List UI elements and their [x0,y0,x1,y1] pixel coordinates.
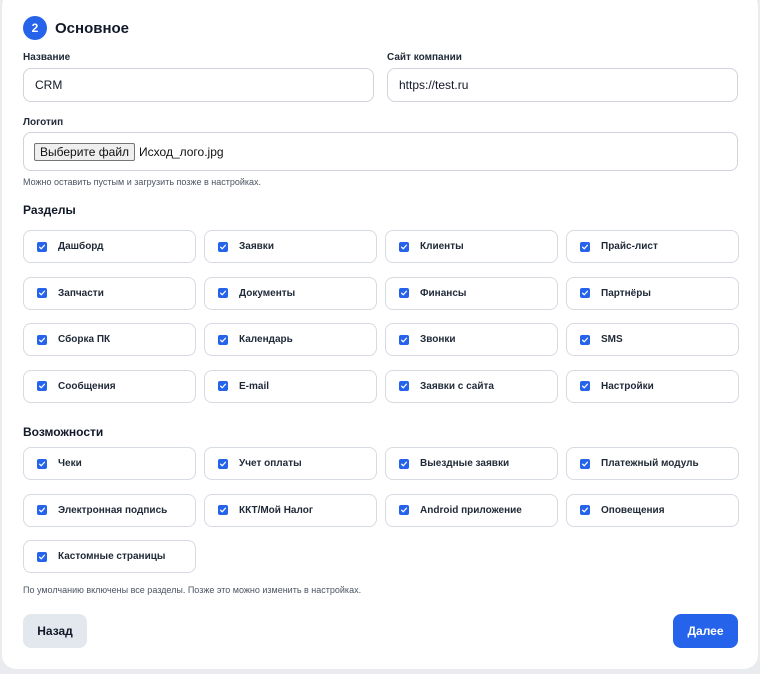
section-option[interactable]: SMS [566,323,739,356]
section-option[interactable]: Финансы [385,276,558,310]
feature-option-label: Кастомные страницы [58,551,166,562]
feature-option[interactable]: ККТ/Мой Налог [204,493,377,527]
section-option-label: Финансы [420,287,467,299]
section-option[interactable]: Календарь [204,323,377,356]
sections-title: Разделы [23,203,76,217]
feature-option[interactable]: Выездные заявки [385,447,558,480]
section-option-label: Календарь [239,334,293,345]
checkbox-checked-icon[interactable] [399,505,409,515]
section-option[interactable]: E-mail [204,369,377,403]
features-hint: По умолчанию включены все разделы. Позже… [23,585,362,595]
name-input[interactable] [23,68,374,102]
section-option-label: Сборка ПК [58,334,111,345]
checkbox-checked-icon[interactable] [399,241,409,252]
step-title: Основное [55,19,130,37]
step-number-badge: 2 [23,16,47,40]
feature-option[interactable]: Учет оплаты [204,447,377,480]
section-option[interactable]: Сообщения [23,369,196,403]
step-header: 2 Основное [23,16,129,40]
section-option-label: Клиенты [420,241,464,252]
section-option[interactable]: Прайс-лист [566,230,739,263]
checkbox-checked-icon[interactable] [218,458,228,469]
checkbox-checked-icon[interactable] [37,381,47,391]
selected-file-name: Исход_лого.jpg [139,144,224,159]
site-input[interactable] [387,68,738,102]
section-option[interactable]: Партнёры [566,276,739,310]
checkbox-checked-icon[interactable] [218,505,228,515]
feature-option[interactable]: Android приложение [385,493,558,527]
checkbox-checked-icon[interactable] [399,334,409,345]
checkbox-checked-icon[interactable] [580,288,590,298]
section-option-label: Прайс-лист [601,241,658,252]
feature-option-label: Android приложение [420,504,522,516]
section-option[interactable]: Сборка ПК [23,323,196,356]
checkbox-checked-icon[interactable] [580,381,590,391]
checkbox-checked-icon[interactable] [218,241,228,252]
checkbox-checked-icon[interactable] [580,334,590,345]
feature-option-label: Оповещения [601,504,665,516]
section-option[interactable]: Документы [204,276,377,310]
logo-label: Логотип [23,117,64,128]
checkbox-checked-icon[interactable] [580,505,590,515]
back-button[interactable]: Назад [23,614,87,648]
feature-option[interactable]: Кастомные страницы [23,540,196,573]
checkbox-checked-icon[interactable] [218,381,228,391]
feature-option[interactable]: Оповещения [566,493,739,527]
section-option[interactable]: Заявки с сайта [385,369,558,403]
section-option-label: Документы [239,287,296,299]
section-option-label: Заявки [239,241,274,252]
checkbox-checked-icon[interactable] [37,551,47,562]
section-option[interactable]: Заявки [204,230,377,263]
section-option[interactable]: Дашборд [23,230,196,263]
checkbox-checked-icon[interactable] [37,505,47,515]
features-title: Возможности [23,425,104,439]
next-button[interactable]: Далее [673,614,738,648]
checkbox-checked-icon[interactable] [218,334,228,345]
site-label: Сайт компании [387,52,462,63]
section-option[interactable]: Звонки [385,323,558,356]
section-option[interactable]: Настройки [566,369,739,403]
feature-option-label: Выездные заявки [420,458,510,469]
section-option-label: E-mail [239,380,270,392]
checkbox-checked-icon[interactable] [580,241,590,252]
section-option-label: Настройки [601,380,654,392]
section-option-label: Заявки с сайта [420,380,494,392]
section-option-label: Звонки [420,334,456,345]
section-option-label: Дашборд [58,241,104,252]
checkbox-checked-icon[interactable] [37,458,47,469]
feature-option[interactable]: Чеки [23,447,196,480]
checkbox-checked-icon[interactable] [37,288,47,298]
section-option-label: Сообщения [58,380,116,392]
checkbox-checked-icon[interactable] [399,288,409,298]
checkbox-checked-icon[interactable] [580,458,590,469]
checkbox-checked-icon[interactable] [37,241,47,252]
choose-file-button[interactable]: Выберите файл [34,142,136,161]
feature-option-label: Учет оплаты [239,458,302,469]
section-option[interactable]: Запчасти [23,276,196,310]
name-label: Название [23,52,71,63]
section-option-label: SMS [601,334,623,345]
feature-option-label: Электронная подпись [58,504,168,516]
feature-option-label: Платежный модуль [601,458,699,469]
checkbox-checked-icon[interactable] [399,381,409,391]
feature-option[interactable]: Электронная подпись [23,493,196,527]
section-option-label: Запчасти [58,287,104,299]
checkbox-checked-icon[interactable] [218,288,228,298]
logo-file-field: Выберите файл Исход_лого.jpg [23,132,738,171]
feature-option-label: ККТ/Мой Налог [239,504,313,516]
logo-hint: Можно оставить пустым и загрузить позже … [23,177,262,187]
checkbox-checked-icon[interactable] [399,458,409,469]
section-option-label: Партнёры [601,287,651,299]
feature-option-label: Чеки [58,458,82,469]
section-option[interactable]: Клиенты [385,230,558,263]
checkbox-checked-icon[interactable] [37,334,47,345]
feature-option[interactable]: Платежный модуль [566,447,739,480]
